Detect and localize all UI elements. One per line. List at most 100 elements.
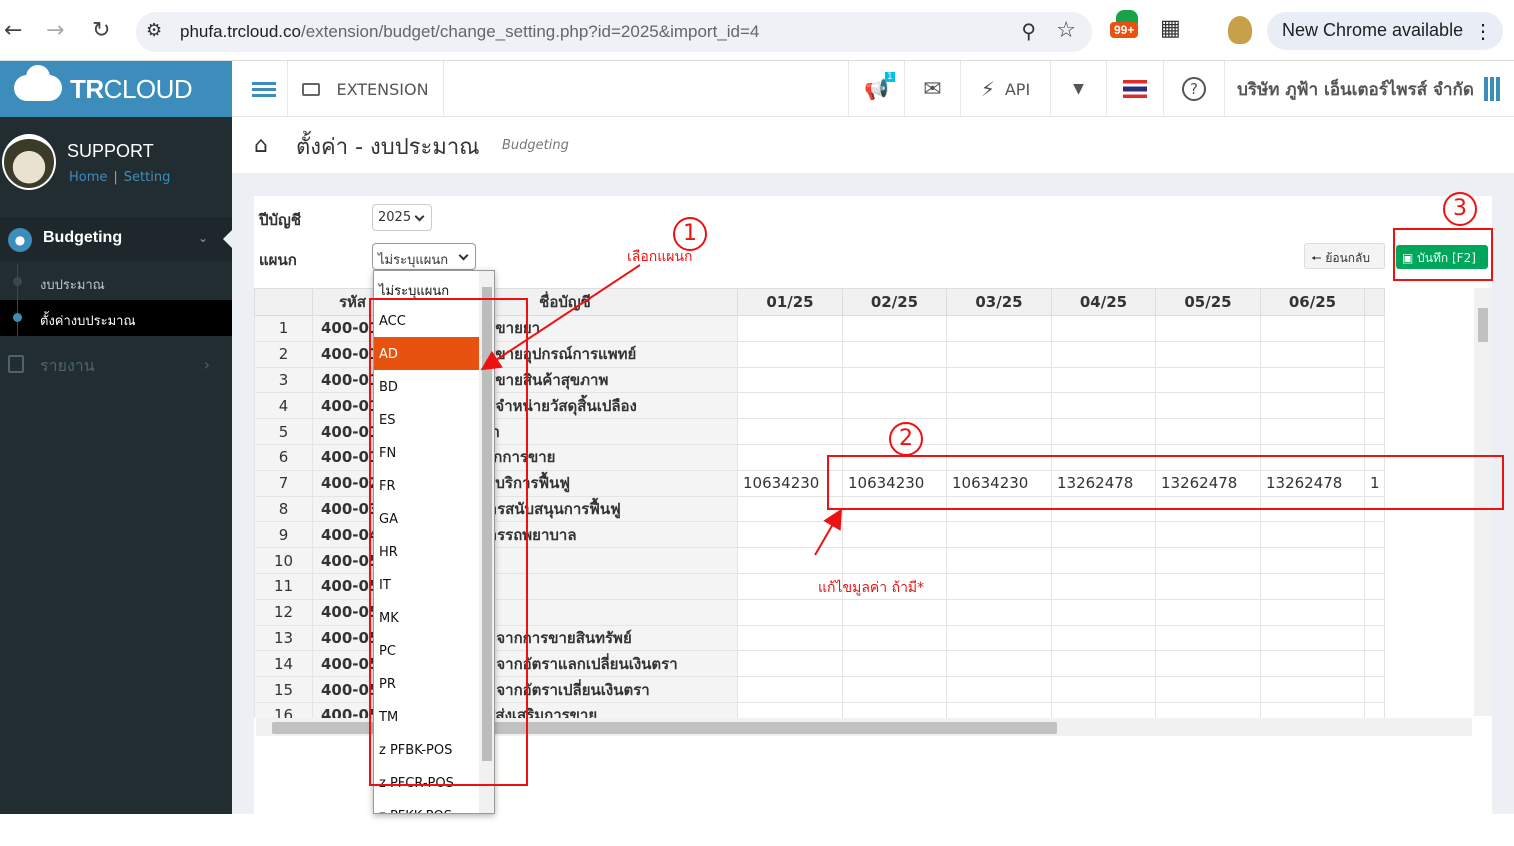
budget-cell[interactable] — [1155, 366, 1261, 394]
back-icon[interactable]: ← — [4, 18, 22, 43]
reload-icon[interactable]: ↻ — [92, 18, 110, 43]
dropdown-button[interactable]: ▼ — [1051, 61, 1107, 117]
more-menu-icon[interactable]: ⋮ — [1473, 19, 1493, 44]
budget-cell[interactable] — [1051, 624, 1156, 652]
budget-cell[interactable] — [842, 547, 947, 574]
new-chrome-button[interactable]: New Chrome available ⋮ — [1267, 12, 1503, 50]
budget-cell[interactable] — [842, 315, 947, 342]
budget-cell[interactable] — [1260, 418, 1365, 445]
sidebar-item-budget[interactable]: งบประมาณ — [0, 264, 232, 300]
sidebar-item-budgeting[interactable]: ● Budgeting ⌄ — [0, 217, 232, 262]
budget-cell[interactable] — [1260, 676, 1365, 703]
budget-cell[interactable] — [1155, 676, 1261, 703]
budget-cell[interactable] — [1051, 418, 1156, 445]
announcement-button[interactable]: 📢 1 — [848, 61, 905, 117]
budget-cell[interactable] — [1051, 315, 1156, 342]
sidebar-toggle-button[interactable] — [232, 61, 288, 117]
budget-cell[interactable] — [1260, 650, 1365, 678]
help-button[interactable]: ? — [1164, 61, 1225, 117]
budget-cell[interactable] — [946, 598, 1052, 626]
budget-cell[interactable] — [946, 572, 1052, 600]
budget-cell[interactable] — [946, 521, 1052, 549]
budget-cell[interactable] — [1260, 392, 1365, 420]
budget-cell[interactable] — [737, 547, 843, 574]
budget-cell[interactable] — [1260, 624, 1365, 652]
budget-cell[interactable] — [946, 392, 1052, 420]
extensions-puzzle-icon[interactable]: ▦ — [1160, 16, 1181, 41]
budget-cell[interactable] — [1364, 521, 1385, 549]
budget-cell[interactable] — [842, 598, 947, 626]
budget-cell[interactable] — [737, 315, 843, 342]
budget-cell[interactable] — [1364, 315, 1385, 342]
budget-cell[interactable] — [946, 547, 1052, 574]
dropdown-option[interactable]: z PFKK-POS — [374, 799, 494, 813]
budget-cell[interactable] — [946, 701, 1052, 718]
budget-cell[interactable] — [1364, 598, 1385, 626]
back-button[interactable]: 🠔 ย้อนกลับ — [1304, 243, 1385, 269]
budget-cell[interactable] — [1364, 572, 1385, 600]
brand-logo[interactable]: TRCLOUD — [0, 61, 232, 117]
address-bar[interactable]: ⚙ phufa.trcloud.co/extension/budget/chan… — [136, 12, 1092, 52]
budget-cell[interactable] — [1051, 676, 1156, 703]
budget-cell[interactable] — [1260, 547, 1365, 574]
home-link[interactable]: Home — [69, 170, 107, 185]
budget-cell[interactable] — [737, 701, 843, 718]
budget-cell[interactable] — [737, 624, 843, 652]
home-icon[interactable]: ⌂ — [254, 133, 268, 158]
budget-cell[interactable] — [1364, 547, 1385, 574]
budget-cell[interactable] — [737, 521, 843, 549]
budget-cell[interactable] — [737, 392, 843, 420]
budget-cell[interactable] — [1155, 521, 1261, 549]
budget-cell[interactable] — [1051, 521, 1156, 549]
budget-cell[interactable] — [737, 366, 843, 394]
year-select[interactable]: 2025 — [372, 204, 432, 231]
budget-cell[interactable] — [1051, 572, 1156, 600]
budget-cell[interactable] — [1364, 392, 1385, 420]
budget-cell[interactable] — [1155, 418, 1261, 445]
budget-cell[interactable] — [1260, 598, 1365, 626]
budget-cell[interactable] — [1364, 676, 1385, 703]
mail-button[interactable]: ✉ — [905, 61, 961, 117]
budget-cell[interactable] — [1364, 624, 1385, 652]
budget-cell[interactable] — [737, 340, 843, 368]
budget-cell[interactable] — [1155, 547, 1261, 574]
budget-cell[interactable] — [737, 676, 843, 703]
budget-cell[interactable] — [946, 340, 1052, 368]
budget-cell[interactable] — [1364, 366, 1385, 394]
budget-cell[interactable] — [842, 650, 947, 678]
budget-cell[interactable] — [1260, 366, 1365, 394]
budget-cell[interactable] — [1155, 624, 1261, 652]
budget-cell[interactable] — [842, 366, 947, 394]
budget-cell[interactable] — [1051, 547, 1156, 574]
bookmark-star-icon[interactable]: ☆ — [1056, 18, 1076, 43]
search-icon[interactable]: ⚲ — [1021, 19, 1036, 43]
budget-cell[interactable] — [842, 392, 947, 420]
budget-cell[interactable] — [842, 701, 947, 718]
budget-cell[interactable] — [1051, 340, 1156, 368]
budget-cell[interactable] — [946, 650, 1052, 678]
budget-cell[interactable] — [946, 366, 1052, 394]
profile-avatar[interactable] — [1228, 16, 1252, 44]
budget-cell[interactable] — [1155, 392, 1261, 420]
budget-cell[interactable] — [1364, 650, 1385, 678]
company-switcher[interactable]: บริษัท ภูฟ้า เอ็นเตอร์ไพรส์ จำกัด — [1225, 61, 1514, 117]
budget-cell[interactable] — [946, 315, 1052, 342]
budget-cell[interactable] — [1364, 418, 1385, 445]
budget-cell[interactable] — [842, 676, 947, 703]
budget-cell[interactable] — [1051, 366, 1156, 394]
budget-cell[interactable] — [1051, 392, 1156, 420]
budget-cell[interactable] — [1155, 572, 1261, 600]
budget-cell[interactable] — [1155, 701, 1261, 718]
budget-cell[interactable] — [946, 624, 1052, 652]
site-settings-icon[interactable]: ⚙ — [146, 20, 162, 41]
budget-cell[interactable] — [1051, 598, 1156, 626]
sidebar-item-report[interactable]: รายงาน › — [0, 345, 232, 383]
sidebar-item-budget-setting[interactable]: ตั้งค่างบประมาณ — [0, 300, 232, 336]
budget-cell[interactable] — [1155, 340, 1261, 368]
budget-cell[interactable] — [1364, 340, 1385, 368]
budget-cell[interactable] — [1260, 521, 1365, 549]
budget-cell[interactable] — [737, 650, 843, 678]
budget-cell[interactable] — [1051, 701, 1156, 718]
budget-cell[interactable] — [1364, 701, 1385, 718]
budget-cell[interactable] — [842, 624, 947, 652]
